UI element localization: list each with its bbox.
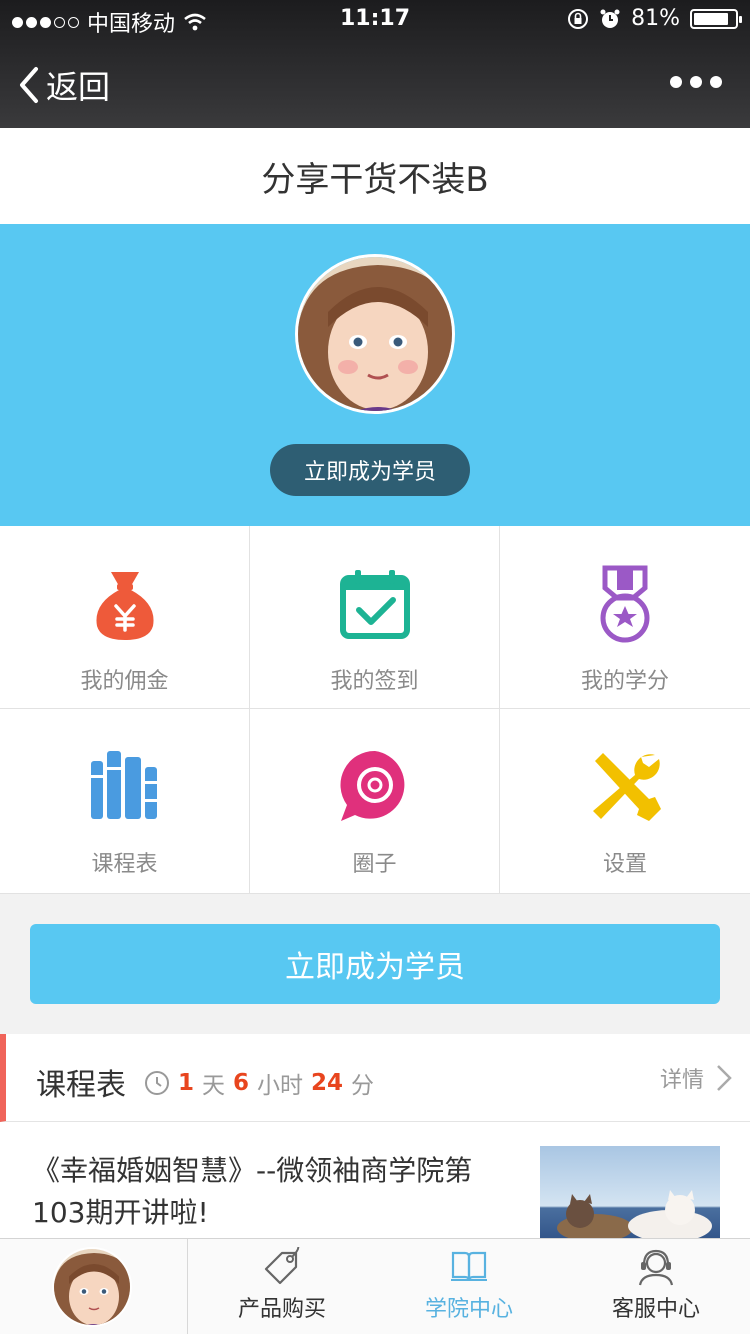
grid-item-schedule[interactable]: 课程表 — [0, 709, 250, 894]
more-dot — [690, 76, 702, 88]
schedule-detail-link[interactable]: 详情 — [660, 1062, 732, 1094]
more-menu-button[interactable] — [670, 76, 722, 88]
schedule-title: 课程表 — [36, 1068, 126, 1103]
clock-icon — [145, 1071, 169, 1095]
grid-item-settings[interactable]: 设置 — [500, 709, 750, 894]
countdown: 1 天 6 小时 24 分 — [144, 1066, 374, 1100]
grid-item-circle[interactable]: 圈子 — [250, 709, 500, 894]
chevron-right-icon — [717, 1065, 732, 1091]
avatar-image — [54, 1249, 130, 1325]
money-bag-icon — [96, 572, 154, 640]
tab-customer-service[interactable]: 客服中心 — [576, 1247, 736, 1323]
status-bar: 中国移动 11:17 81% — [0, 0, 750, 40]
back-button[interactable]: 返回 — [18, 62, 110, 108]
more-dot — [710, 76, 722, 88]
feature-grid: 我的佣金 我的签到 我的学分 课程表 圈子 设置 — [0, 526, 750, 894]
grid-item-commission[interactable]: 我的佣金 — [0, 526, 250, 709]
more-dot — [670, 76, 682, 88]
article-title: 《幸福婚姻智慧》--微领袖商学院第103期开讲啦! — [32, 1154, 473, 1229]
avatar-image — [298, 257, 452, 411]
detail-label: 详情 — [659, 1068, 704, 1093]
schedule-header[interactable]: 课程表 1 天 6 小时 24 分 详情 — [0, 1034, 750, 1122]
countdown-day-unit: 天 — [202, 1073, 226, 1099]
avatar[interactable] — [295, 254, 455, 414]
calendar-check-icon — [340, 570, 410, 639]
top-bar: 中国移动 11:17 81% 返回 — [0, 0, 750, 128]
circle-chat-icon — [340, 750, 405, 821]
tab-divider — [187, 1239, 188, 1334]
become-student-main-button[interactable]: 立即成为学员 — [30, 924, 720, 1004]
countdown-days: 1 — [178, 1070, 195, 1096]
alarm-icon — [600, 9, 620, 28]
medal-icon — [600, 565, 650, 643]
rotation-lock-icon — [568, 8, 589, 29]
countdown-minute-unit: 分 — [351, 1073, 375, 1099]
grid-label: 我的佣金 — [80, 669, 169, 694]
profile-hero: 立即成为学员 — [0, 224, 750, 526]
grid-label: 圈子 — [352, 852, 397, 877]
tab-label: 产品购买 — [237, 1297, 326, 1322]
countdown-hours: 6 — [233, 1070, 250, 1096]
tab-product-purchase[interactable]: 产品购买 — [202, 1247, 362, 1323]
grid-item-credits[interactable]: 我的学分 — [500, 526, 750, 709]
chevron-left-icon — [20, 67, 38, 103]
books-icon — [91, 751, 157, 819]
grid-label: 课程表 — [91, 852, 158, 877]
tab-label: 学院中心 — [424, 1297, 513, 1322]
back-label: 返回 — [46, 68, 111, 106]
tab-academy-center[interactable]: 学院中心 — [389, 1247, 549, 1323]
tag-icon — [264, 1247, 300, 1285]
headset-icon — [638, 1249, 674, 1286]
become-student-button[interactable]: 立即成为学员 — [270, 444, 470, 496]
tab-label: 客服中心 — [611, 1297, 700, 1322]
bottom-tab-bar: 产品购买 学院中心 客服中心 — [0, 1238, 750, 1334]
tools-icon — [593, 753, 661, 821]
article-thumbnail — [540, 1146, 720, 1238]
page-title: 分享干货不装B — [0, 128, 750, 224]
grid-item-checkin[interactable]: 我的签到 — [250, 526, 500, 709]
grid-label: 我的学分 — [580, 669, 669, 694]
tab-avatar[interactable] — [52, 1247, 132, 1327]
battery-percent: 81% — [631, 6, 680, 31]
grid-label: 设置 — [602, 852, 647, 877]
countdown-hour-unit: 小时 — [257, 1073, 304, 1099]
countdown-minutes: 24 — [311, 1070, 344, 1096]
battery-icon — [690, 8, 742, 29]
grid-label: 我的签到 — [330, 669, 419, 694]
book-icon — [451, 1251, 487, 1282]
article-item[interactable]: 《幸福婚姻智慧》--微领袖商学院第103期开讲啦! — [0, 1122, 750, 1238]
